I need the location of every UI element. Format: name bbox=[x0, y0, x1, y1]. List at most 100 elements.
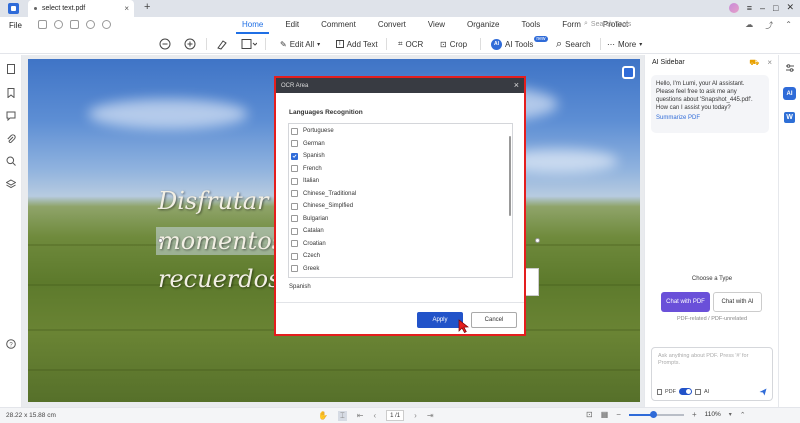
language-option[interactable]: Chinese_Traditional bbox=[291, 188, 356, 200]
doc-text-line-2-selected[interactable]: momentos bbox=[156, 227, 287, 255]
undo-icon[interactable] bbox=[86, 20, 95, 29]
help-icon[interactable]: ? bbox=[6, 339, 16, 349]
checkbox-icon[interactable] bbox=[291, 127, 298, 135]
checkbox-icon[interactable] bbox=[291, 165, 298, 172]
checkbox-icon[interactable] bbox=[291, 202, 298, 210]
close-window-icon[interactable]: ✕ bbox=[786, 2, 794, 13]
tab-comment[interactable]: Comment bbox=[310, 20, 367, 29]
page-tool-icon[interactable] bbox=[622, 66, 635, 79]
checkbox-icon[interactable] bbox=[291, 227, 298, 235]
list-scrollbar[interactable] bbox=[509, 136, 511, 216]
zoom-out-icon[interactable]: − bbox=[616, 410, 621, 419]
doc-text-line-3[interactable]: recuerdos bbox=[158, 265, 280, 293]
zoom-in-icon[interactable]: + bbox=[692, 410, 697, 419]
checkbox-icon[interactable] bbox=[291, 252, 298, 260]
language-option[interactable]: Italian bbox=[291, 175, 319, 187]
language-option[interactable]: German bbox=[291, 138, 325, 150]
checkbox-icon[interactable] bbox=[291, 240, 298, 247]
send-icon[interactable] bbox=[759, 388, 767, 396]
close-tab-icon[interactable]: × bbox=[124, 5, 129, 13]
fit-page-icon[interactable]: ⊡ bbox=[586, 410, 593, 419]
zoom-slider[interactable] bbox=[628, 410, 684, 418]
tab-view[interactable]: View bbox=[417, 20, 456, 29]
cloud-icon[interactable]: ☁ bbox=[745, 20, 753, 31]
file-menu[interactable]: File bbox=[9, 21, 22, 30]
checkbox-icon[interactable] bbox=[291, 265, 298, 272]
ai-tools-button[interactable]: AI AI Tools new bbox=[491, 36, 548, 51]
chat-with-pdf-button[interactable]: Chat with PDF bbox=[661, 292, 710, 312]
search-tools-field[interactable]: ⌕ Search Tools bbox=[584, 20, 631, 28]
redo-icon[interactable] bbox=[102, 20, 111, 29]
checkbox-checked-icon[interactable] bbox=[291, 152, 298, 160]
attachment-icon[interactable] bbox=[6, 134, 16, 144]
tab-convert[interactable]: Convert bbox=[367, 20, 417, 29]
summarize-pdf-link[interactable]: Summarize PDF bbox=[656, 114, 764, 122]
language-option[interactable]: French bbox=[291, 163, 322, 175]
chat-with-ai-button[interactable]: Chat with AI bbox=[713, 292, 762, 312]
checkbox-icon[interactable] bbox=[291, 140, 298, 147]
language-option[interactable]: Portuguese bbox=[291, 125, 334, 137]
mail-icon[interactable] bbox=[70, 20, 79, 29]
tab-edit[interactable]: Edit bbox=[274, 20, 310, 29]
ask-input[interactable]: Ask anything about PDF. Press '#' for Pr… bbox=[651, 347, 773, 401]
language-option[interactable]: Chinese_Simplfied bbox=[291, 200, 353, 212]
doc-text-line-1[interactable]: Disfrutar bbox=[158, 187, 268, 215]
search-button[interactable]: ⌕ Search bbox=[556, 37, 591, 51]
page-number-input[interactable]: 1 /1 bbox=[386, 410, 405, 421]
language-option[interactable]: Korean bbox=[291, 275, 322, 279]
language-option[interactable]: Czech bbox=[291, 250, 320, 262]
language-option[interactable]: Greek bbox=[291, 263, 319, 275]
view-mode-icon[interactable]: ▦ bbox=[601, 410, 609, 419]
zoom-slider-knob[interactable] bbox=[650, 410, 658, 418]
tab-organize[interactable]: Organize bbox=[456, 20, 510, 29]
share-icon[interactable]: ⤴ bbox=[765, 20, 773, 31]
select-tool-icon[interactable]: ⌶ bbox=[337, 410, 347, 421]
checkbox-icon[interactable] bbox=[291, 278, 298, 279]
language-option[interactable]: Catalan bbox=[291, 225, 324, 237]
language-option[interactable]: Spanish bbox=[291, 150, 325, 162]
last-page-icon[interactable]: ⇥ bbox=[427, 411, 434, 420]
new-tab-button[interactable]: + bbox=[144, 1, 150, 13]
cart-icon[interactable]: ⛟ bbox=[749, 58, 759, 68]
print-icon[interactable] bbox=[54, 20, 63, 29]
search-icon[interactable] bbox=[6, 156, 16, 166]
language-option[interactable]: Bulgarian bbox=[291, 213, 328, 225]
comment-icon[interactable] bbox=[6, 111, 16, 121]
first-page-icon[interactable]: ⇤ bbox=[357, 411, 364, 420]
more-button[interactable]: ⋯ More ▾ bbox=[607, 37, 642, 51]
checkbox-icon[interactable] bbox=[291, 215, 298, 222]
highlight-icon[interactable] bbox=[216, 37, 228, 51]
hamburger-menu-icon[interactable]: ≡ bbox=[747, 3, 752, 13]
prev-page-icon[interactable]: ‹ bbox=[373, 411, 376, 420]
zoom-level[interactable]: 110% bbox=[705, 411, 721, 418]
mode-toggle[interactable] bbox=[679, 388, 692, 395]
ai-sidebar-icon[interactable]: AI bbox=[783, 87, 796, 100]
page-thumbnail-icon[interactable] bbox=[6, 64, 16, 74]
crop-button[interactable]: ⊡ Crop bbox=[440, 37, 467, 51]
next-page-icon[interactable]: › bbox=[414, 411, 417, 420]
zoom-out-icon[interactable] bbox=[159, 37, 171, 51]
checkbox-icon[interactable] bbox=[291, 177, 298, 185]
zoom-in-icon[interactable] bbox=[184, 37, 196, 51]
layers-icon[interactable] bbox=[6, 179, 16, 189]
ocr-button[interactable]: ⌗ OCR bbox=[398, 37, 423, 51]
edit-all-button[interactable]: ✎ Edit All ▾ bbox=[280, 37, 320, 51]
tab-tools[interactable]: Tools bbox=[511, 20, 552, 29]
cancel-button[interactable]: Cancel bbox=[471, 312, 517, 328]
hand-tool-icon[interactable]: ✋ bbox=[318, 411, 328, 420]
collapse-up-icon[interactable]: ⌃ bbox=[740, 411, 746, 419]
language-list[interactable]: Portuguese German Spanish French Italian Chin… bbox=[288, 123, 513, 278]
selection-handle[interactable] bbox=[158, 238, 163, 243]
close-dialog-icon[interactable]: × bbox=[514, 80, 519, 90]
close-sidebar-icon[interactable]: × bbox=[767, 58, 772, 68]
checkbox-icon[interactable] bbox=[291, 190, 298, 197]
chevron-down-icon[interactable]: ▾ bbox=[729, 411, 732, 418]
word-icon[interactable]: W bbox=[784, 112, 795, 123]
shape-icon[interactable] bbox=[241, 37, 257, 51]
bookmark-icon[interactable] bbox=[6, 88, 16, 98]
selection-handle[interactable] bbox=[535, 238, 540, 243]
avatar[interactable] bbox=[728, 2, 739, 13]
quick-save-icon[interactable] bbox=[38, 20, 47, 29]
properties-icon[interactable] bbox=[785, 63, 795, 73]
add-text-button[interactable]: T Add Text bbox=[336, 37, 378, 51]
